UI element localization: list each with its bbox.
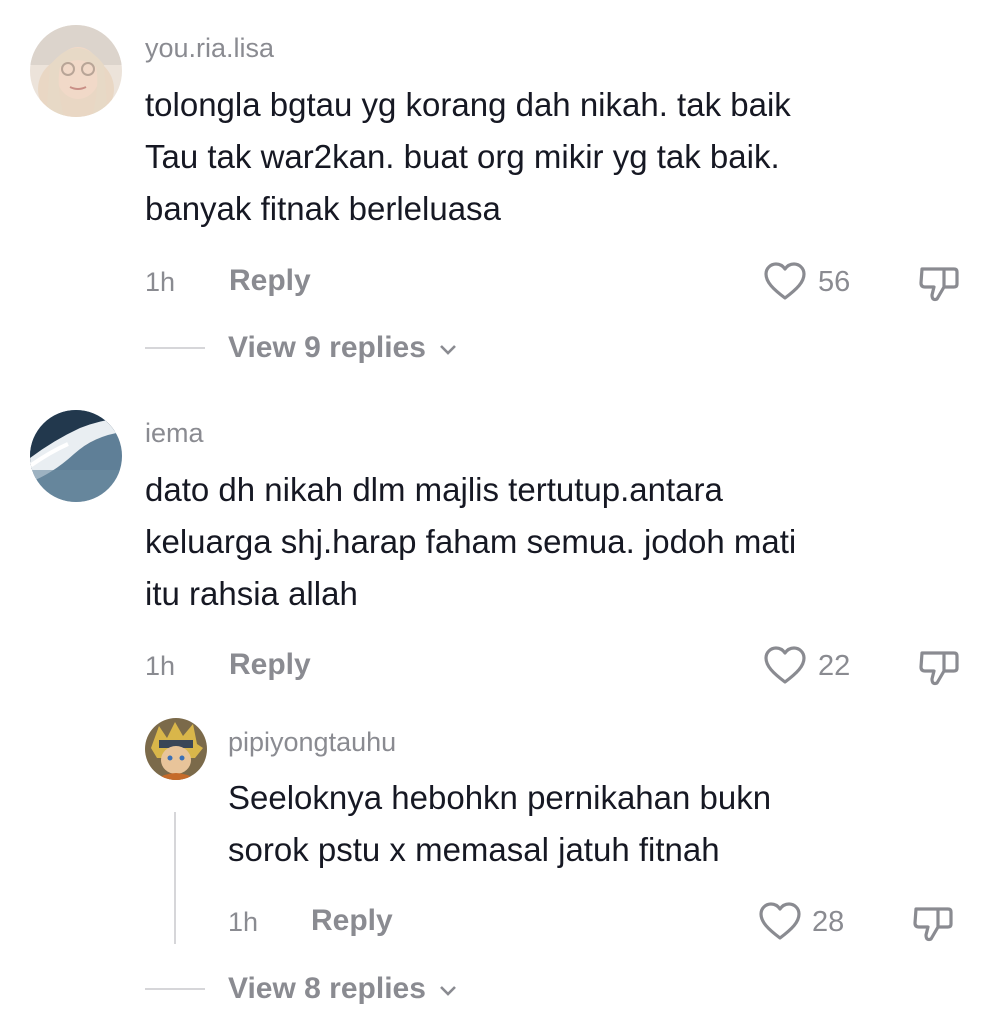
reply-username[interactable]: pipiyongtauhu [228, 727, 396, 758]
like-button[interactable] [763, 262, 807, 302]
divider-line [145, 347, 205, 349]
chevron-down-icon [440, 986, 457, 996]
like-count: 56 [818, 266, 851, 298]
comment-text: tolongla bgtau yg korang dah nikah. tak … [145, 79, 985, 235]
reply-text-line: sorok pstu x memasal jatuh fitnah [228, 831, 720, 868]
view-replies-label: View 8 replies [228, 972, 426, 1005]
comment-text-line: tolongla bgtau yg korang dah nikah. tak … [145, 86, 791, 123]
view-replies-button[interactable]: View 8 replies [228, 972, 458, 1006]
comment-time: 1h [145, 651, 176, 681]
thread-line [174, 812, 176, 944]
dislike-icon [919, 651, 959, 686]
avatar[interactable] [30, 25, 122, 117]
reply-time: 1h [228, 907, 259, 937]
dislike-icon [913, 907, 953, 942]
like-count: 22 [818, 650, 851, 682]
comment-text-line: Tau tak war2kan. buat org mikir yg tak b… [145, 138, 780, 175]
avatar[interactable] [30, 410, 122, 502]
like-button[interactable] [758, 902, 802, 942]
comment-time: 1h [145, 267, 176, 297]
heart-icon [764, 646, 806, 684]
comment-username[interactable]: you.ria.lisa [145, 33, 274, 64]
comment-text: dato dh nikah dlm majlis tertutup.antara… [145, 464, 985, 620]
reply-button[interactable]: Reply [311, 904, 393, 938]
heart-icon [759, 902, 801, 940]
dislike-icon [919, 267, 959, 302]
like-button[interactable] [763, 646, 807, 686]
reply-button[interactable]: Reply [229, 264, 311, 298]
reply-text-line: Seeloknya hebohkn pernikahan bukn [228, 779, 772, 816]
heart-icon [764, 262, 806, 300]
comment-username[interactable]: iema [145, 418, 204, 449]
reply-text: Seeloknya hebohkn pernikahan bukn sorok … [228, 772, 988, 876]
divider-line [145, 988, 205, 990]
chevron-down-icon [440, 345, 457, 355]
dislike-button[interactable] [912, 903, 954, 945]
comment-text-line: keluarga shj.harap faham semua. jodoh ma… [145, 523, 797, 560]
comment-text-line: itu rahsia allah [145, 575, 358, 612]
dislike-button[interactable] [918, 647, 960, 689]
like-count: 28 [812, 906, 845, 938]
avatar[interactable] [145, 718, 207, 780]
view-replies-label: View 9 replies [228, 331, 426, 364]
reply-button[interactable]: Reply [229, 648, 311, 682]
comment-text-line: banyak fitnak berleluasa [145, 190, 501, 227]
dislike-button[interactable] [918, 263, 960, 305]
comment-text-line: dato dh nikah dlm majlis tertutup.antara [145, 471, 723, 508]
view-replies-button[interactable]: View 9 replies [228, 331, 458, 365]
